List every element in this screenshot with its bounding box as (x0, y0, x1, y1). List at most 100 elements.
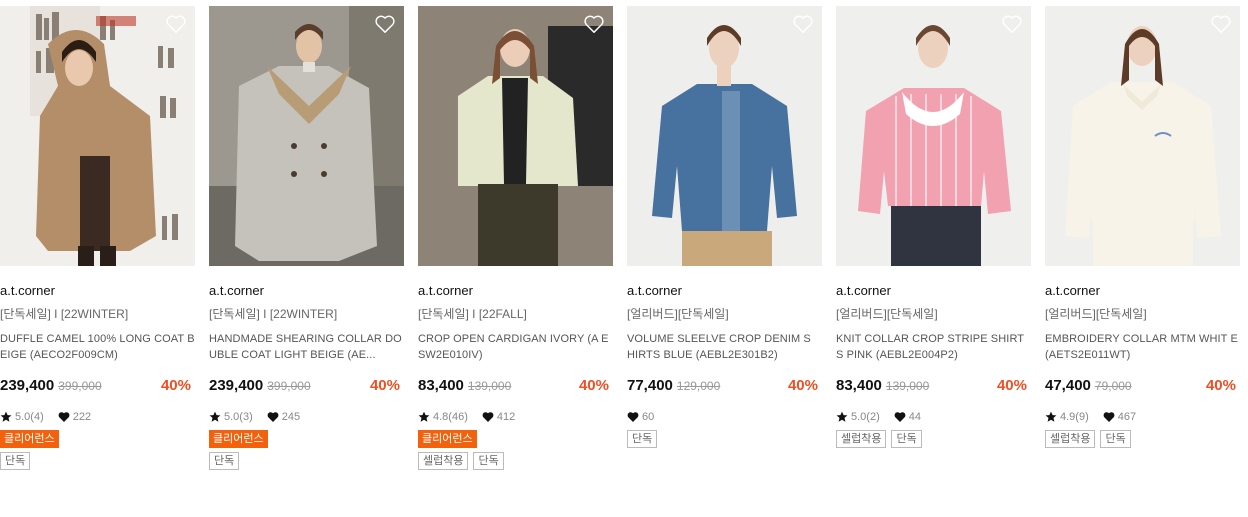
product-name[interactable]: HANDMADE SHEARING COLLAR DOUBLE COAT LIG… (209, 331, 404, 363)
brand-name[interactable]: a.t.corner (627, 283, 822, 299)
heart-filled-icon (58, 412, 70, 422)
product-card[interactable]: a.t.corner [얼리버드][단독세일] VOLUME SLEELVE C… (627, 6, 822, 448)
badge-list: 클리어런스 셀럽착용 단독 (418, 430, 613, 470)
brand-name[interactable]: a.t.corner (0, 283, 195, 299)
sale-price: 239,400 (0, 377, 55, 394)
product-image[interactable] (209, 6, 404, 266)
original-price: 139,000 (885, 379, 930, 393)
sale-price: 47,400 (1045, 377, 1091, 394)
like-count: 245 (281, 411, 301, 423)
review-meta: 60 (627, 409, 822, 425)
badge-list: 클리어런스 단독 (0, 430, 195, 470)
celeb-worn-badge: 셀럽착용 (1045, 430, 1096, 448)
product-image[interactable] (836, 6, 1031, 266)
product-card[interactable]: a.t.corner [얼리버드][단독세일] KNIT COLLAR CROP… (836, 6, 1031, 448)
badge-list: 클리어런스 단독 (209, 430, 404, 470)
product-name[interactable]: DUFFLE CAMEL 100% LONG COAT BEIGE (AECO2… (0, 331, 195, 363)
like-count: 44 (908, 411, 921, 423)
product-card[interactable]: a.t.corner [단독세일] I [22WINTER] HANDMADE … (209, 6, 404, 470)
like-count: 412 (496, 411, 516, 423)
badge-list: 단독 (627, 430, 822, 448)
product-card[interactable]: a.t.corner [단독세일] I [22WINTER] DUFFLE CA… (0, 6, 195, 470)
brand-name[interactable]: a.t.corner (209, 283, 404, 299)
original-price: 129,000 (676, 379, 721, 393)
discount-rate: 40% (787, 377, 818, 394)
price-row: 239,400 399,000 40% (0, 377, 195, 397)
price-row: 47,400 79,000 40% (1045, 377, 1240, 397)
heart-outline-icon[interactable] (1001, 14, 1023, 34)
clearance-badge: 클리어런스 (418, 430, 477, 448)
product-tags: [얼리버드][단독세일] (627, 307, 729, 321)
celeb-worn-badge: 셀럽착용 (418, 452, 469, 470)
heart-outline-icon[interactable] (374, 14, 396, 34)
heart-filled-icon (627, 412, 639, 422)
exclusive-badge: 단독 (627, 430, 658, 448)
sale-price: 83,400 (836, 377, 882, 394)
star-icon (209, 411, 221, 422)
exclusive-badge: 단독 (473, 452, 504, 470)
heart-filled-icon (894, 412, 906, 422)
product-image[interactable] (418, 6, 613, 266)
product-image[interactable] (1045, 6, 1240, 266)
price-row: 83,400 139,000 40% (836, 377, 1031, 397)
rating-value: 5.0(3) (224, 411, 253, 423)
heart-filled-icon (482, 412, 494, 422)
brand-name[interactable]: a.t.corner (836, 283, 1031, 299)
discount-rate: 40% (1205, 377, 1236, 394)
heart-outline-icon[interactable] (583, 14, 605, 34)
heart-filled-icon (267, 412, 279, 422)
heart-outline-icon[interactable] (1210, 14, 1232, 34)
exclusive-badge: 단독 (209, 452, 240, 470)
product-image[interactable] (0, 6, 195, 266)
heart-outline-icon[interactable] (792, 14, 814, 34)
product-card[interactable]: a.t.corner [단독세일] I [22FALL] CROP OPEN C… (418, 6, 613, 470)
review-meta: 4.9(9) 467 (1045, 409, 1240, 425)
review-meta: 4.8(46) 412 (418, 409, 613, 425)
star-icon (0, 411, 12, 422)
product-tags: [얼리버드][단독세일] (1045, 307, 1147, 321)
rating-value: 4.9(9) (1060, 411, 1089, 423)
price-row: 83,400 139,000 40% (418, 377, 613, 397)
heart-filled-icon (1103, 412, 1115, 422)
original-price: 399,000 (267, 379, 311, 393)
product-image[interactable] (627, 6, 822, 266)
original-price: 139,000 (467, 379, 512, 393)
clearance-badge: 클리어런스 (209, 430, 268, 448)
product-tags: [단독세일] I [22WINTER] (0, 307, 129, 321)
discount-rate: 40% (578, 377, 609, 394)
price-row: 239,400 399,000 40% (209, 377, 404, 397)
rating-value: 5.0(4) (15, 411, 44, 423)
product-grid: a.t.corner [단독세일] I [22WINTER] DUFFLE CA… (0, 0, 1248, 517)
discount-rate: 40% (369, 377, 400, 394)
review-meta: 5.0(2) 44 (836, 409, 1031, 425)
like-count: 60 (642, 411, 655, 423)
review-meta: 5.0(3) 245 (209, 409, 404, 425)
original-price: 79,000 (1094, 379, 1132, 393)
product-name[interactable]: KNIT COLLAR CROP STRIPE SHIRT S PINK (AE… (836, 331, 1031, 363)
product-tags: [단독세일] I [22FALL] (418, 307, 527, 321)
discount-rate: 40% (160, 377, 191, 394)
product-card[interactable]: a.t.corner [얼리버드][단독세일] EMBROIDERY COLLA… (1045, 6, 1240, 448)
discount-rate: 40% (996, 377, 1027, 394)
original-price: 399,000 (58, 379, 102, 393)
product-name[interactable]: CROP OPEN CARDIGAN IVORY (A ESW2E010IV) (418, 331, 613, 363)
rating-value: 5.0(2) (851, 411, 880, 423)
like-count: 467 (1117, 411, 1137, 423)
review-meta: 5.0(4) 222 (0, 409, 195, 425)
badge-list: 셀럽착용 단독 (836, 430, 1031, 448)
brand-name[interactable]: a.t.corner (1045, 283, 1240, 299)
star-icon (836, 411, 848, 422)
star-icon (1045, 411, 1057, 422)
brand-name[interactable]: a.t.corner (418, 283, 613, 299)
exclusive-badge: 단독 (0, 452, 31, 470)
product-name[interactable]: EMBROIDERY COLLAR MTM WHIT E (AETS2E011W… (1045, 331, 1240, 363)
sale-price: 239,400 (209, 377, 264, 394)
sale-price: 83,400 (418, 377, 464, 394)
product-tags: [단독세일] I [22WINTER] (209, 307, 338, 321)
star-icon (418, 411, 430, 422)
celeb-worn-badge: 셀럽착용 (836, 430, 887, 448)
sale-price: 77,400 (627, 377, 673, 394)
heart-outline-icon[interactable] (165, 14, 187, 34)
badge-list: 셀럽착용 단독 (1045, 430, 1240, 448)
product-name[interactable]: VOLUME SLEELVE CROP DENIM S HIRTS BLUE (… (627, 331, 822, 363)
